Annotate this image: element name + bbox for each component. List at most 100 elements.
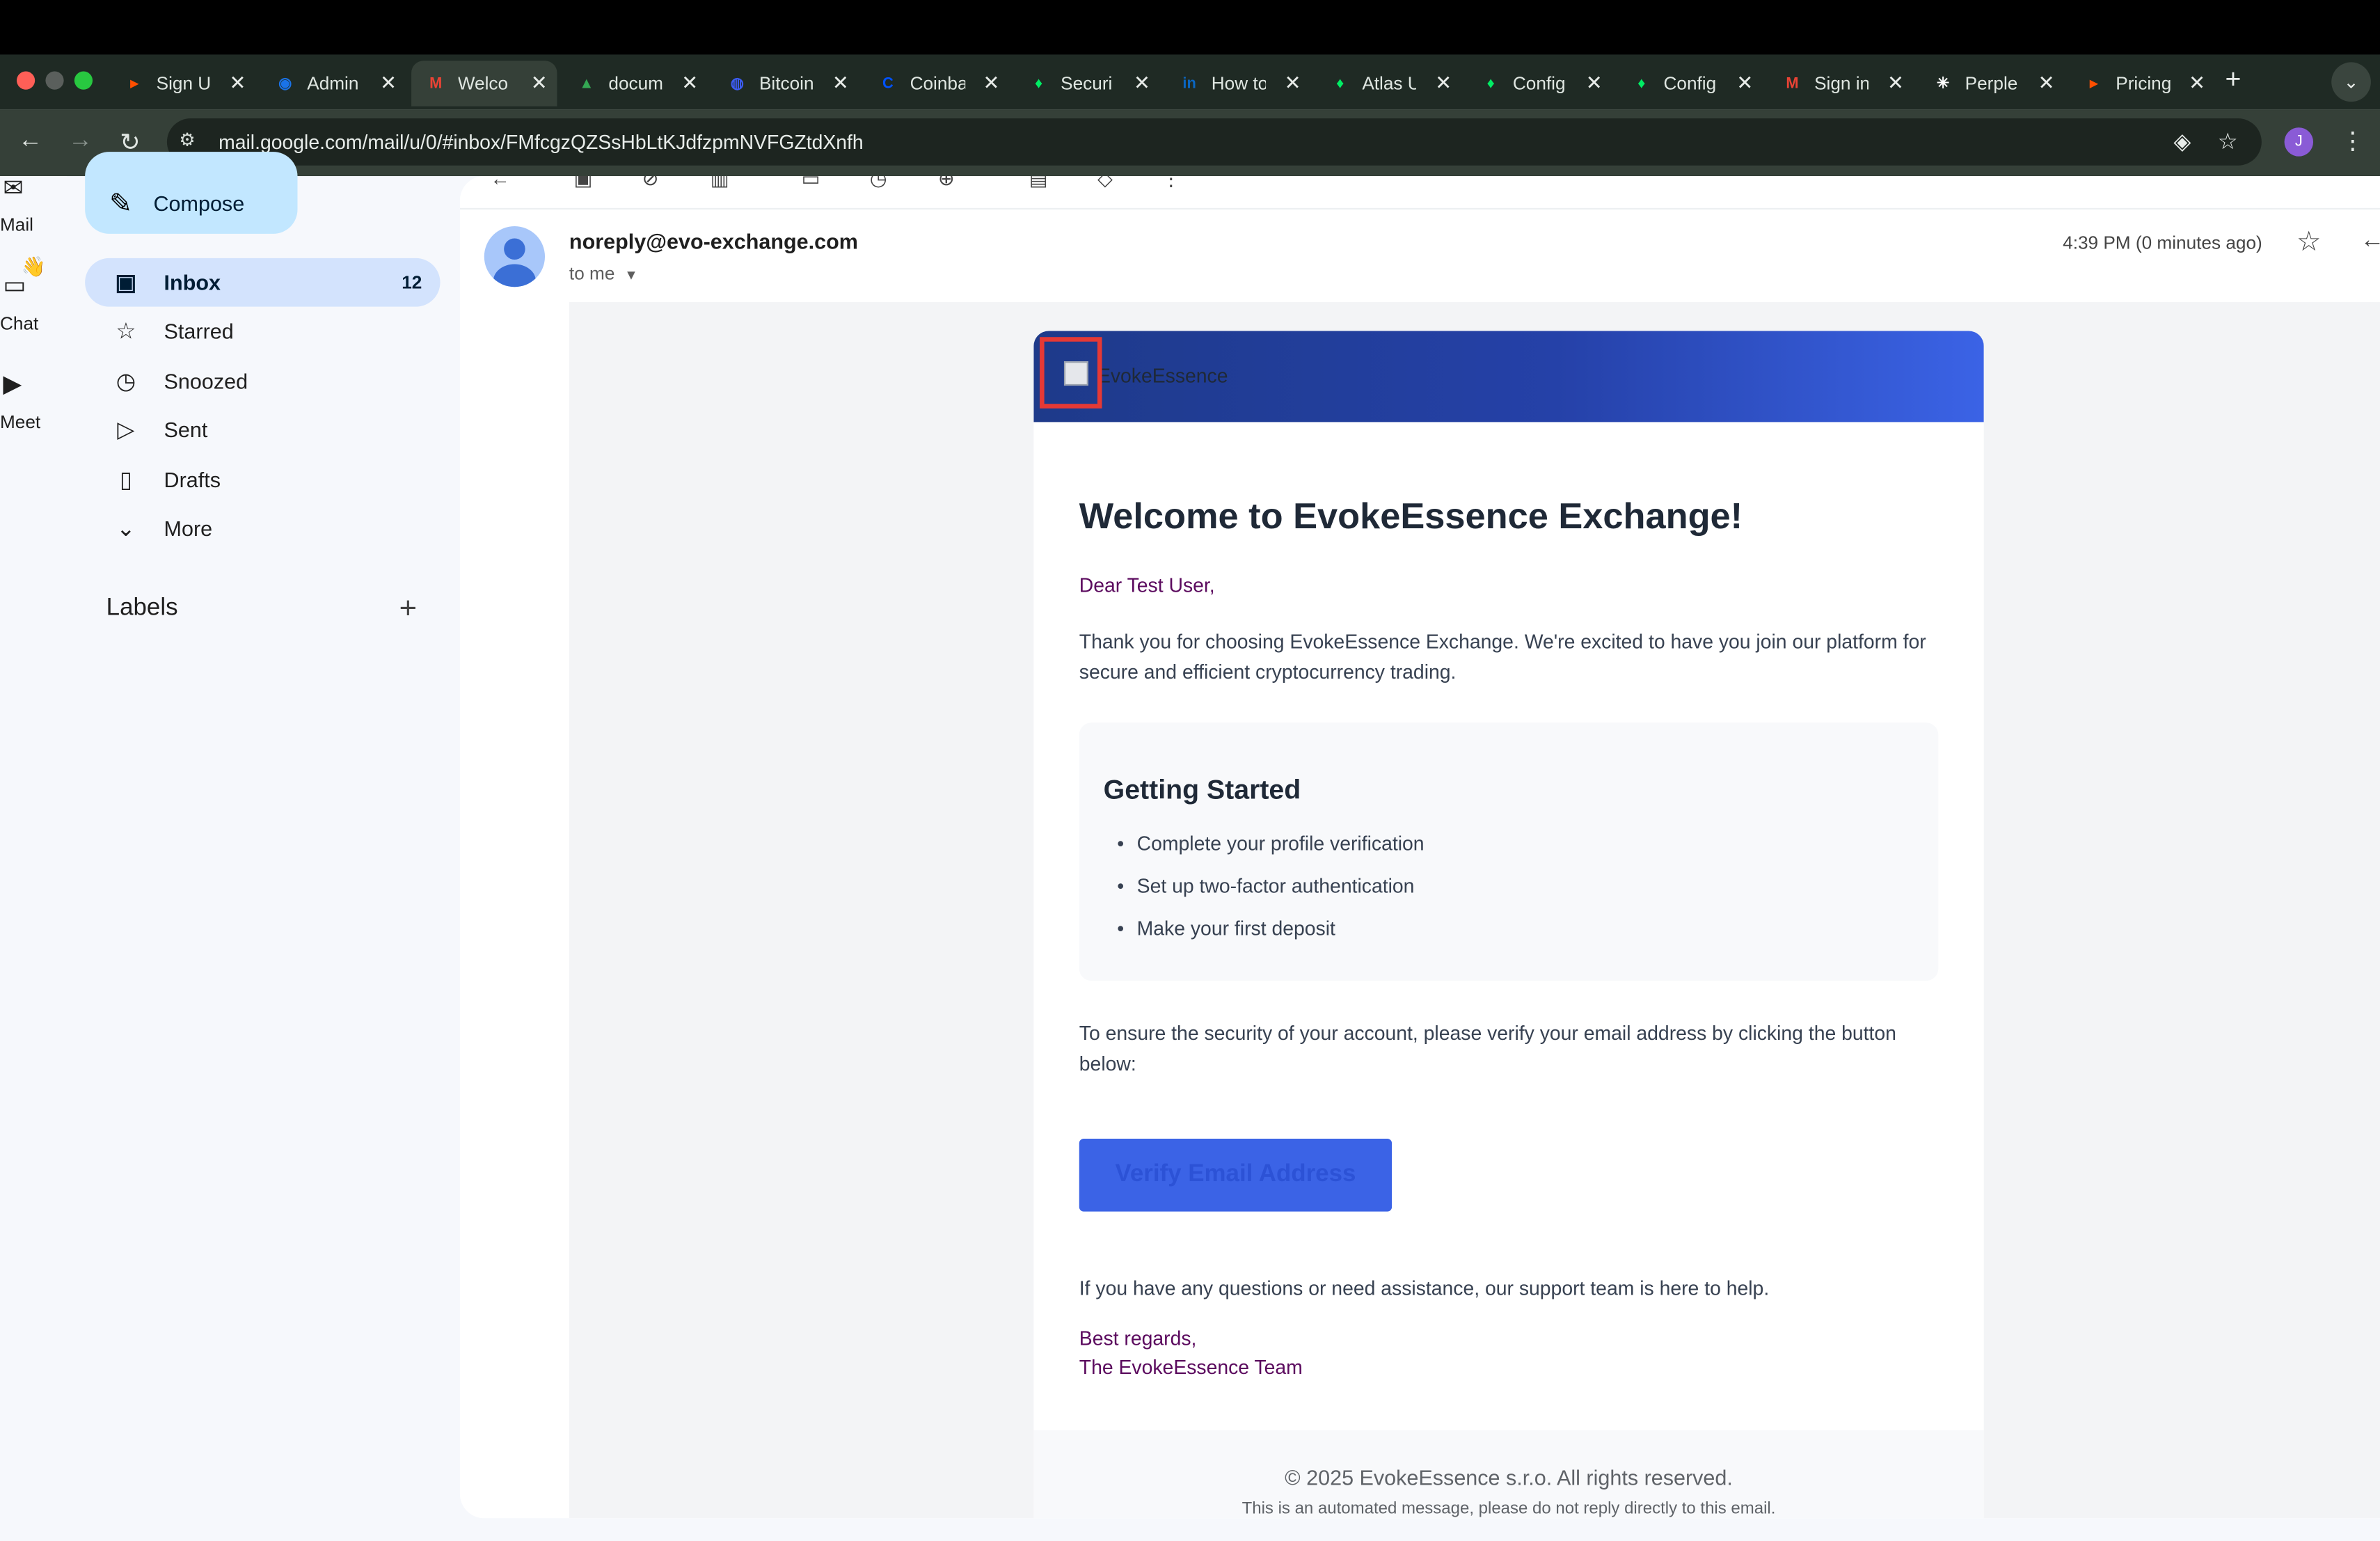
meet-icon[interactable]: ▶ (3, 369, 22, 400)
archive-icon[interactable]: ▣ (573, 176, 592, 191)
sender-address[interactable]: noreply@evo-exchange.com (569, 229, 858, 253)
close-tab-icon[interactable]: ✕ (380, 72, 397, 96)
tab-label: Sign U (156, 72, 212, 95)
delete-icon[interactable]: ▥ (711, 176, 729, 191)
mail-icon[interactable]: ✉ (3, 173, 23, 204)
add-task-icon[interactable]: ⊕ (938, 176, 955, 191)
close-window-button[interactable] (16, 71, 35, 90)
tab-12[interactable]: M Sign in ✕ (1767, 61, 1912, 106)
verify-email-button[interactable]: Verify Email Address (1079, 1138, 1393, 1212)
rail-meet-label[interactable]: Meet (0, 411, 40, 433)
caret-down-icon[interactable]: ▼ (624, 267, 637, 283)
close-tab-icon[interactable]: ✕ (1887, 72, 1904, 96)
screen: + ⌄ ← → ↻ ⚙ mail.google.com/mail/u/0/#in… (0, 0, 2380, 1541)
copyright-text: © 2025 EvokeEssence s.r.o. All rights re… (1285, 1464, 1733, 1489)
logo-alt-text: EvokeEssence (1097, 364, 1228, 388)
site-info-icon[interactable]: ⚙ (179, 129, 203, 153)
report-spam-icon[interactable]: ⊘ (642, 176, 659, 191)
nav-item-inbox[interactable]: ▣ Inbox 12 (85, 258, 441, 307)
close-tab-icon[interactable]: ✕ (2189, 72, 2205, 96)
tab-label: Atlas U (1362, 72, 1417, 95)
back-to-inbox-icon[interactable]: ← (491, 176, 510, 190)
recipient-label: to me (569, 262, 615, 284)
add-label-button[interactable]: + (399, 592, 417, 627)
chevron-down-icon: ⌄ (116, 516, 136, 542)
close-tab-icon[interactable]: ✕ (1285, 72, 1301, 96)
tab-8[interactable]: in How to ✕ (1164, 61, 1310, 106)
tab-14[interactable]: ▸ Pricing ✕ (2069, 61, 2214, 106)
step-item: Make your first deposit (1117, 917, 1335, 940)
draft-icon: ▯ (120, 466, 133, 493)
reply-icon[interactable]: ← (2361, 228, 2380, 255)
close-tab-icon[interactable]: ✕ (531, 72, 548, 96)
message-timestamp: 4:39 PM (0 minutes ago) (2063, 232, 2262, 254)
pencil-icon: ✎ (109, 187, 132, 219)
tab-10[interactable]: ♦ Config ✕ (1466, 61, 1611, 106)
close-tab-icon[interactable]: ✕ (230, 72, 246, 96)
tab-2[interactable]: ◉ Admin ✕ (260, 61, 406, 106)
tab-1[interactable]: ▸ Sign U ✕ (109, 61, 255, 106)
nav-item-sent[interactable]: ▷ Sent (85, 406, 440, 455)
getting-started-box: Getting Started Complete your profile ve… (1079, 722, 1939, 981)
close-tab-icon[interactable]: ✕ (2038, 72, 2055, 96)
tab-6[interactable]: C Coinba ✕ (863, 61, 1008, 106)
tab-3[interactable]: M Welco ✕ (411, 61, 557, 106)
move-to-icon[interactable]: ▤ (1029, 176, 1048, 191)
snooze-icon[interactable]: ◷ (870, 176, 887, 191)
rail-chat-label[interactable]: Chat (0, 313, 38, 334)
compose-button[interactable]: ✎ Compose (85, 152, 298, 234)
close-tab-icon[interactable]: ✕ (832, 72, 849, 96)
close-tab-icon[interactable]: ✕ (983, 72, 999, 96)
tab-13[interactable]: ✳ Perple ✕ (1918, 61, 2063, 106)
recipient-details[interactable]: to me ▼ (569, 262, 638, 284)
star-icon: ☆ (116, 319, 136, 346)
tab-search-button[interactable]: ⌄ (2331, 62, 2371, 102)
browser-menu-icon[interactable]: ⋮ (2340, 126, 2365, 157)
nav-item-starred[interactable]: ☆ Starred (85, 307, 440, 356)
tab-5[interactable]: ◍ Bitcoin ✕ (712, 61, 857, 106)
admin-icon: ◉ (278, 74, 292, 92)
minimize-window-button[interactable] (45, 71, 64, 90)
star-message-icon[interactable]: ☆ (2296, 226, 2321, 258)
tab-label: Admin (307, 72, 359, 95)
forward-button[interactable]: → (68, 127, 93, 155)
tab-9[interactable]: ♦ Atlas U ✕ (1315, 61, 1461, 106)
tab-label: Bitcoin (759, 72, 814, 95)
sender-avatar[interactable] (484, 226, 546, 287)
tab-4[interactable]: ▲ docum ✕ (562, 61, 707, 106)
nav-item-drafts[interactable]: ▯ Drafts (85, 455, 440, 503)
close-tab-icon[interactable]: ✕ (1736, 72, 1753, 96)
unread-count: 12 (402, 271, 422, 293)
tab-11[interactable]: ♦ Config ✕ (1617, 61, 1762, 106)
email-heading: Welcome to EvokeEssence Exchange! (1079, 496, 1743, 538)
mongodb-icon: ♦ (1486, 74, 1495, 92)
tab-label: Pricing (2116, 72, 2171, 95)
mark-unread-icon[interactable]: ▭ (802, 176, 820, 191)
nav-item-label: More (164, 516, 213, 541)
new-tab-button[interactable]: + (2226, 64, 2242, 96)
profile-avatar[interactable]: J (2284, 127, 2314, 157)
close-tab-icon[interactable]: ✕ (1435, 72, 1452, 96)
close-tab-icon[interactable]: ✕ (681, 72, 698, 96)
mongodb-icon: ♦ (1034, 74, 1043, 92)
email-card: EvokeEssence Welcome to EvokeEssence Exc… (1033, 331, 1984, 1519)
more-options-icon[interactable]: ⋮ (1161, 176, 1181, 191)
tab-label: How to (1211, 72, 1267, 95)
bookmark-star-icon[interactable]: ☆ (2218, 127, 2238, 155)
rail-mail-label[interactable]: Mail (0, 214, 33, 236)
extension-icon[interactable]: ◈ (2173, 127, 2191, 155)
maximize-window-button[interactable] (74, 71, 93, 90)
tab-7[interactable]: ♦ Securi ✕ (1014, 61, 1159, 106)
nav-item-snoozed[interactable]: ◷ Snoozed (85, 356, 440, 405)
close-tab-icon[interactable]: ✕ (1134, 72, 1150, 96)
send-icon: ▷ (117, 418, 135, 444)
url-text[interactable]: mail.google.com/mail/u/0/#inbox/FMfcgzQZ… (219, 131, 864, 154)
mongodb-icon: ♦ (1637, 74, 1646, 92)
label-icon[interactable]: ◇ (1097, 176, 1113, 191)
nav-item-more[interactable]: ⌄ More (85, 504, 440, 553)
back-button[interactable]: ← (18, 127, 42, 155)
clock-icon: ◷ (116, 368, 136, 395)
close-tab-icon[interactable]: ✕ (1586, 72, 1603, 96)
labels-heading: Labels (106, 595, 178, 622)
highlight-box (1040, 337, 1102, 409)
